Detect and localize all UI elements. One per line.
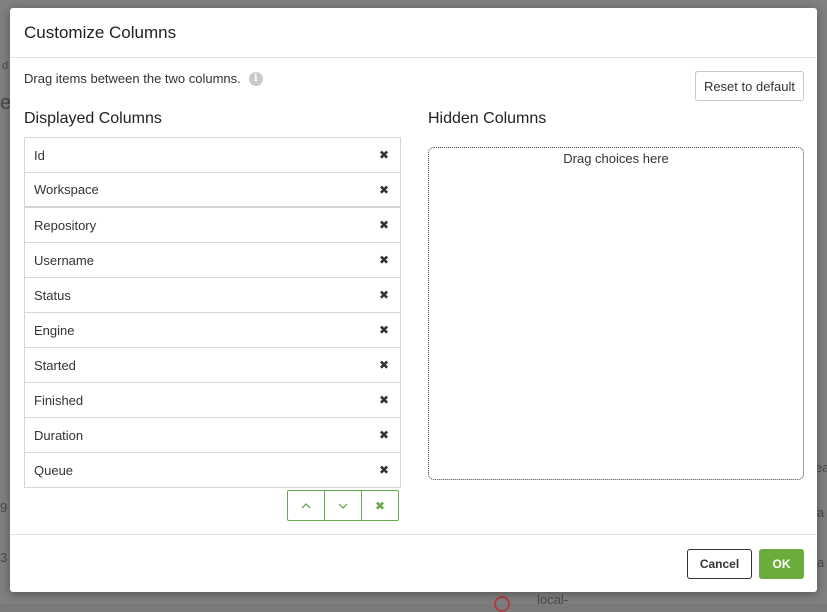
column-label: Username xyxy=(34,252,94,268)
remove-icon[interactable]: ✖ xyxy=(377,288,391,302)
remove-icon[interactable]: ✖ xyxy=(377,323,391,337)
remove-icon[interactable]: ✖ xyxy=(377,358,391,372)
column-label: Duration xyxy=(34,427,84,443)
list-item[interactable]: Started ✖ xyxy=(25,348,400,383)
bg-fragment: a xyxy=(817,555,825,570)
dialog-header: Customize Columns xyxy=(10,8,817,58)
reset-to-default-button[interactable]: Reset to default xyxy=(694,71,804,101)
column-label: Workspace xyxy=(34,182,99,197)
instructions: Drag items between the two columns. i xyxy=(24,71,263,86)
info-icon[interactable]: i xyxy=(248,71,263,86)
column-order-controls: ✖ xyxy=(287,490,399,521)
column-label: Status xyxy=(34,287,71,303)
move-up-button[interactable] xyxy=(287,490,325,521)
remove-icon[interactable]: ✖ xyxy=(377,148,391,162)
chevron-down-icon xyxy=(338,503,348,509)
list-item[interactable]: Queue ✖ xyxy=(25,453,400,487)
column-label: Queue xyxy=(34,462,74,478)
column-label: Engine xyxy=(34,322,75,338)
displayed-columns-list: Id ✖ Workspace ✖ Repository ✖ Username ✖… xyxy=(24,137,401,488)
list-item[interactable]: Status ✖ xyxy=(25,278,400,313)
bg-fragment: a xyxy=(817,505,825,520)
displayed-columns-title: Displayed Columns xyxy=(24,110,162,127)
ok-button[interactable]: OK xyxy=(759,549,804,579)
list-item[interactable]: Engine ✖ xyxy=(25,313,400,348)
dialog-title: Customize Columns xyxy=(24,22,177,42)
remove-icon[interactable]: ✖ xyxy=(377,428,391,442)
drop-placeholder: Drag choices here xyxy=(563,151,669,166)
list-item[interactable]: Finished ✖ xyxy=(25,383,400,418)
cancel-button[interactable]: Cancel xyxy=(687,549,752,579)
remove-icon[interactable]: ✖ xyxy=(377,393,391,407)
list-item[interactable]: Duration ✖ xyxy=(25,418,400,453)
column-label: Repository xyxy=(34,217,97,233)
move-down-button[interactable] xyxy=(324,490,362,521)
remove-icon[interactable]: ✖ xyxy=(377,183,391,197)
bg-fragment: 3 xyxy=(0,550,8,565)
list-item[interactable]: Username ✖ xyxy=(25,243,400,278)
bg-fragment: d xyxy=(2,60,9,72)
chevron-up-icon xyxy=(301,502,311,508)
list-item[interactable]: Repository ✖ xyxy=(25,208,400,243)
column-label: Finished xyxy=(34,392,84,408)
remove-icon[interactable]: ✖ xyxy=(377,463,391,477)
error-status-icon xyxy=(494,596,510,612)
column-label: Started xyxy=(34,357,76,373)
instructions-text: Drag items between the two columns. xyxy=(24,71,241,86)
remove-icon[interactable]: ✖ xyxy=(377,253,391,267)
customize-columns-dialog: Customize Columns Drag items between the… xyxy=(10,8,817,592)
hidden-columns-drop-zone[interactable]: Drag choices here xyxy=(428,147,804,480)
list-item[interactable]: Id ✖ xyxy=(25,138,400,173)
list-item[interactable]: Workspace ✖ xyxy=(25,173,400,208)
bg-fragment: local- xyxy=(537,592,569,607)
remove-icon[interactable]: ✖ xyxy=(377,218,391,232)
close-icon: ✖ xyxy=(374,498,386,513)
remove-selected-button[interactable]: ✖ xyxy=(361,490,399,521)
column-label: Id xyxy=(34,147,45,163)
dialog-footer: Cancel OK xyxy=(10,534,817,592)
bg-fragment: 9 xyxy=(0,500,8,515)
hidden-columns-title: Hidden Columns xyxy=(428,110,547,127)
